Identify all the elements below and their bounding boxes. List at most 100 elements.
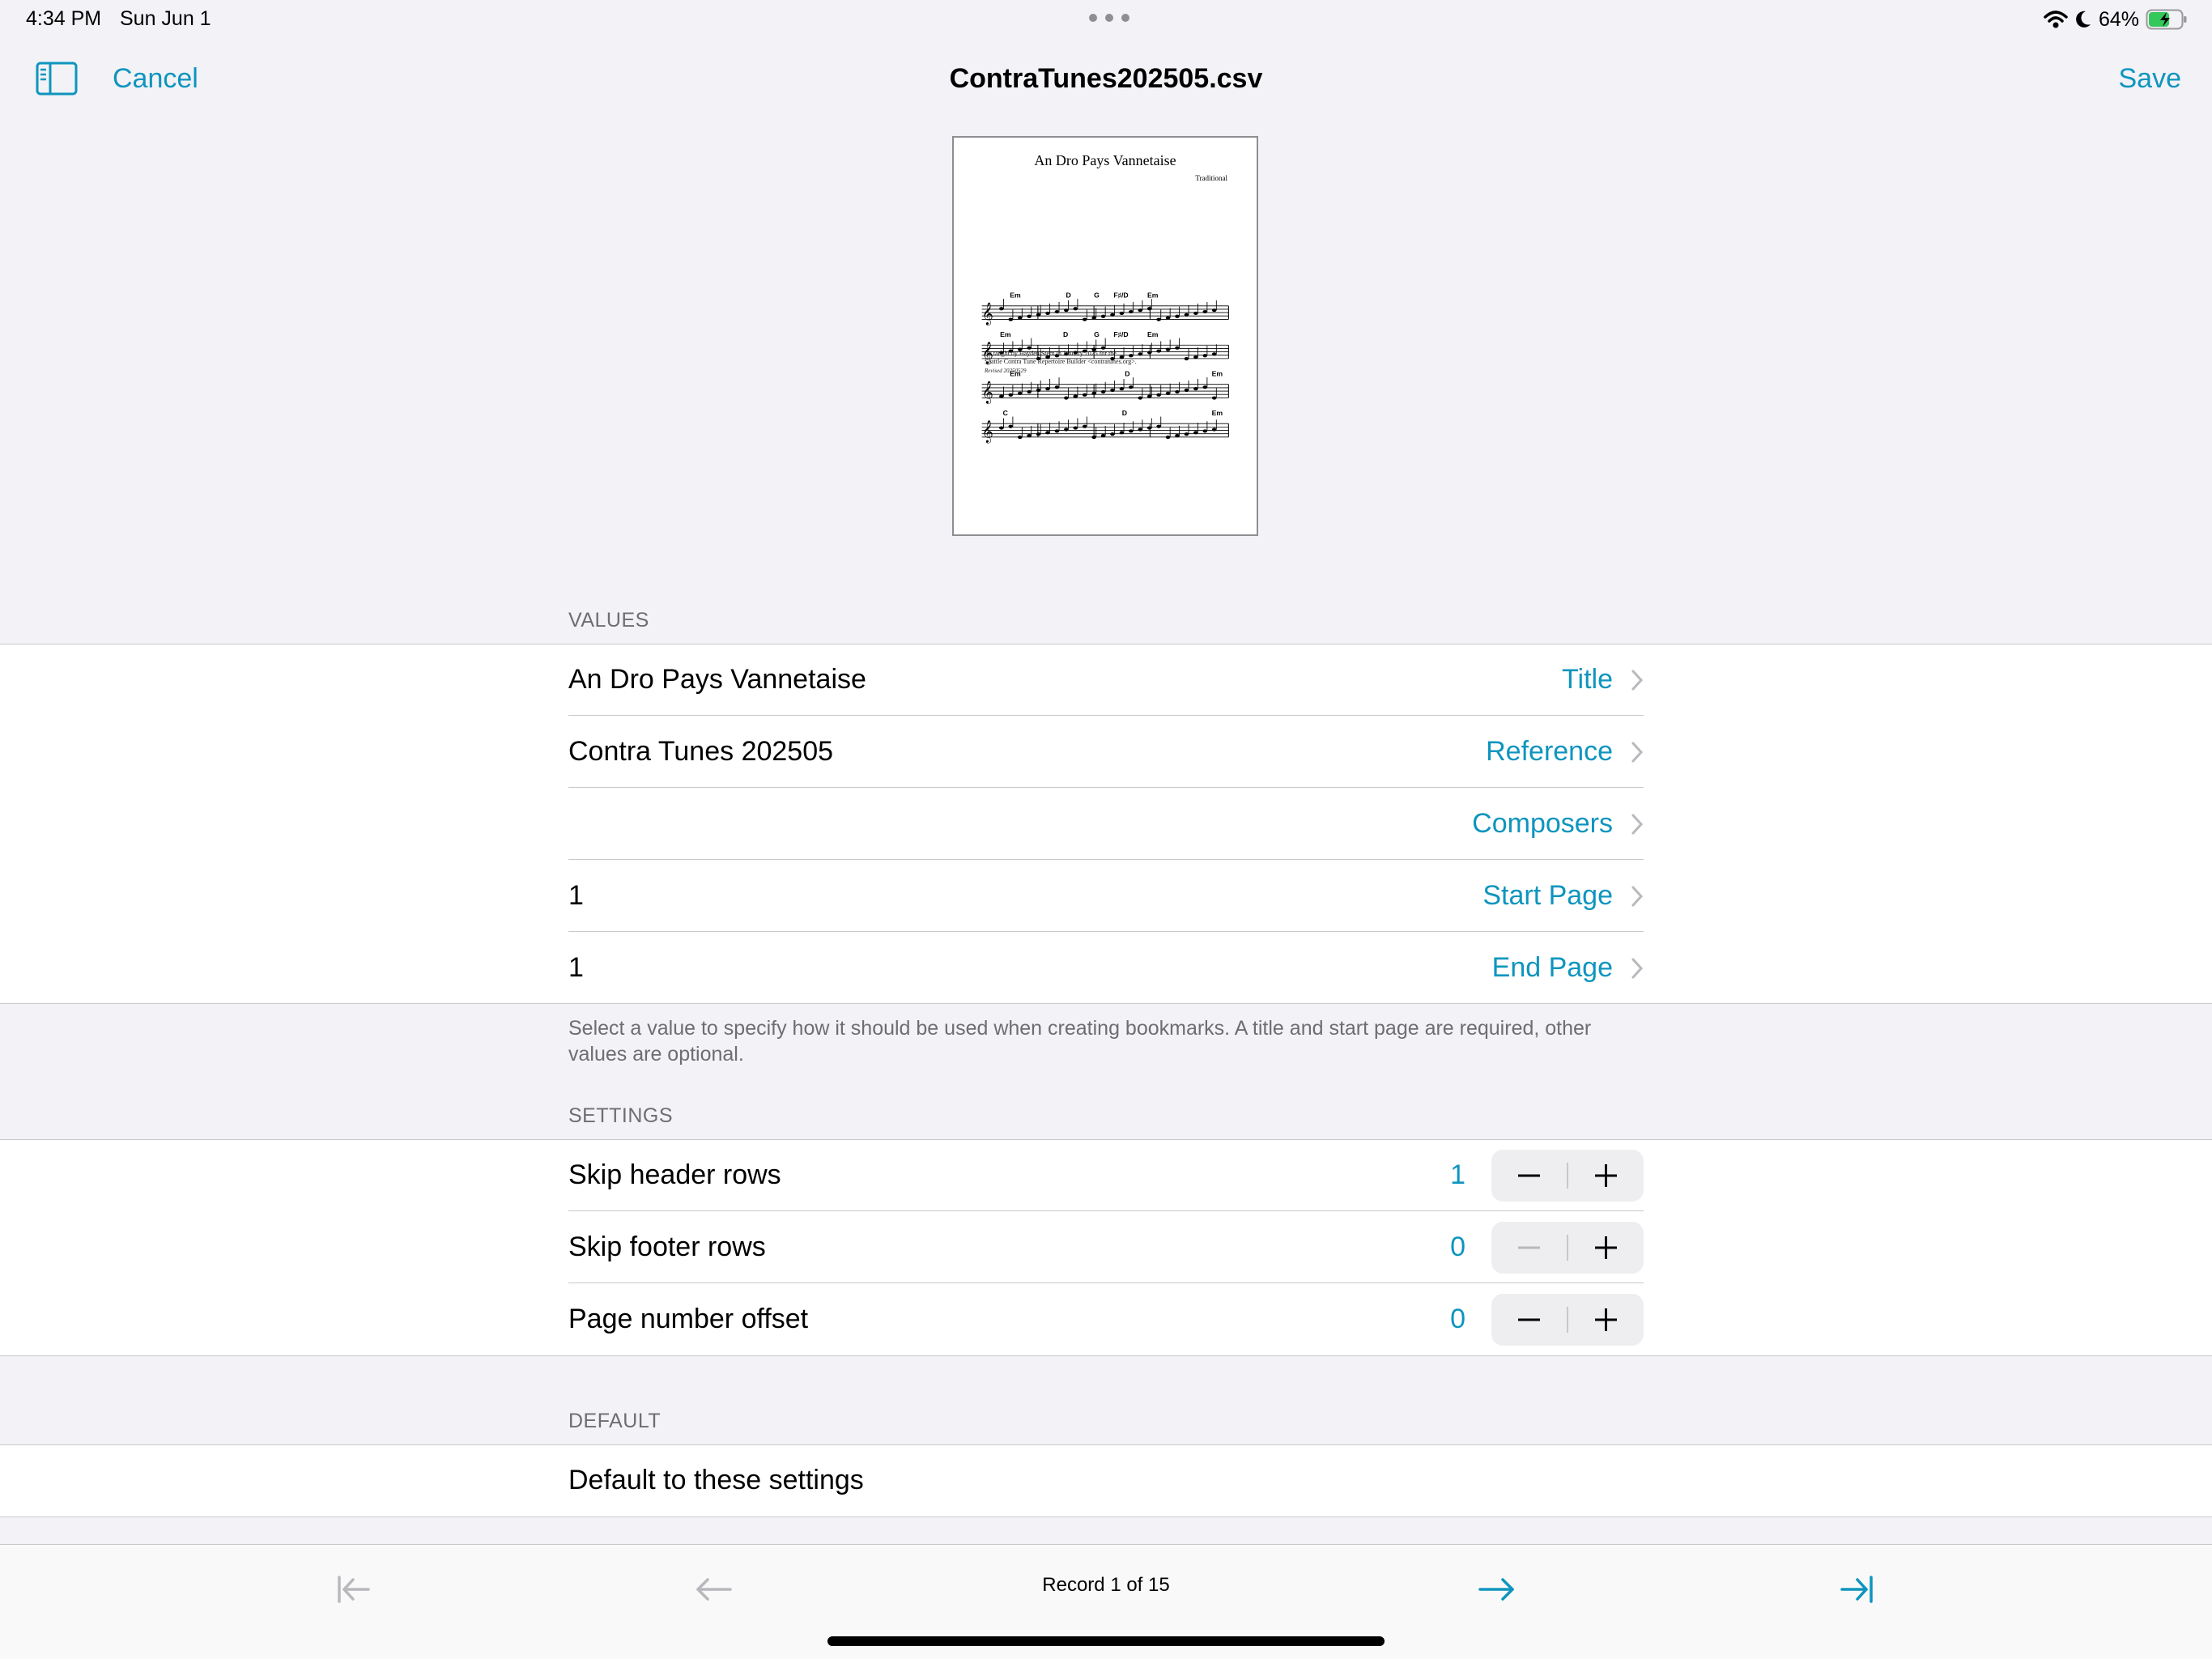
chord-symbol: F♯/D bbox=[1113, 291, 1128, 299]
note-head bbox=[1017, 435, 1023, 440]
setting-label: Page number offset bbox=[568, 1304, 809, 1334]
chevron-right-icon bbox=[1631, 742, 1644, 763]
note-head bbox=[1146, 307, 1152, 311]
note-head bbox=[1138, 428, 1143, 432]
note-head bbox=[1008, 424, 1014, 428]
note-head bbox=[1129, 309, 1134, 314]
chevron-right-icon bbox=[1631, 958, 1644, 979]
note-head bbox=[1100, 314, 1106, 318]
preview-caption-2: Seattle Contra Tune Repertoire Builder <… bbox=[985, 358, 1137, 365]
chord-symbol: D bbox=[1125, 369, 1129, 377]
setting-row-skip-header: Skip header rows 1 bbox=[568, 1140, 1644, 1211]
note-head bbox=[1184, 356, 1189, 361]
note-head bbox=[1211, 352, 1217, 356]
note-head bbox=[1146, 426, 1152, 430]
values-group: An Dro Pays Vannetaise Title Contra Tune… bbox=[0, 644, 2212, 1004]
note-head bbox=[1119, 431, 1125, 435]
value-row-reference[interactable]: Contra Tunes 202505 Reference bbox=[568, 717, 1644, 788]
note-head bbox=[1045, 387, 1050, 391]
note-head bbox=[1017, 391, 1023, 395]
note-head bbox=[1193, 311, 1198, 316]
note-head bbox=[1175, 434, 1180, 438]
note-head bbox=[1045, 311, 1050, 316]
note-head bbox=[1054, 385, 1060, 389]
plus-icon[interactable] bbox=[1568, 1150, 1644, 1202]
note-head bbox=[1202, 385, 1208, 389]
note-head bbox=[1175, 314, 1180, 318]
note-head bbox=[1027, 389, 1032, 393]
page-preview[interactable]: An Dro Pays Vannetaise Traditional 𝄞 Em D G… bbox=[952, 136, 1258, 536]
note-head bbox=[1054, 429, 1060, 433]
note-head bbox=[1165, 435, 1171, 440]
value-row-title[interactable]: An Dro Pays Vannetaise Title bbox=[568, 644, 1644, 716]
navigation-bar: Cancel ContraTunes202505.csv Save bbox=[0, 49, 2212, 113]
value-text: 1 bbox=[568, 952, 584, 983]
settings-group: Skip header rows 1 Skip footer rows 0 Pa… bbox=[0, 1139, 2212, 1356]
value-text: An Dro Pays Vannetaise bbox=[568, 664, 866, 695]
chord-symbol: Em bbox=[1010, 291, 1021, 299]
note-head bbox=[1100, 389, 1106, 393]
minus-icon[interactable] bbox=[1491, 1150, 1567, 1202]
note-head bbox=[1138, 308, 1143, 313]
save-button[interactable]: Save bbox=[2119, 63, 2182, 95]
last-record-icon[interactable] bbox=[1832, 1569, 1881, 1610]
note-head bbox=[1110, 313, 1115, 317]
minus-icon[interactable] bbox=[1491, 1294, 1567, 1346]
note-head bbox=[1138, 352, 1143, 356]
plus-icon[interactable] bbox=[1568, 1294, 1644, 1346]
note-head bbox=[1211, 428, 1217, 432]
skip-header-stepper bbox=[1491, 1150, 1644, 1202]
status-time: 4:34 PM bbox=[26, 7, 102, 30]
field-label: Title bbox=[1562, 664, 1613, 695]
note-head bbox=[999, 307, 1004, 311]
note-head bbox=[1184, 388, 1189, 393]
moon-icon bbox=[2076, 11, 2091, 28]
note-head bbox=[1156, 424, 1161, 428]
default-settings-label: Default to these settings bbox=[568, 1465, 864, 1495]
setting-value: 0 bbox=[1450, 1231, 1465, 1262]
chord-symbol: F♯/D bbox=[1113, 330, 1128, 338]
note-head bbox=[1045, 431, 1050, 435]
chevron-right-icon bbox=[1631, 886, 1644, 907]
sheet-music-image: 𝄞Em D G F♯/D Em𝄞Em D G F♯/D Em𝄞Em D Em𝄞C D Em bbox=[981, 291, 1229, 444]
settings-section-header: SETTINGS bbox=[568, 1104, 674, 1127]
chord-symbol: Em bbox=[1147, 330, 1159, 338]
next-record-icon[interactable] bbox=[1472, 1569, 1521, 1610]
note-head bbox=[1193, 387, 1198, 391]
note-head bbox=[1211, 308, 1217, 313]
note-head bbox=[1193, 431, 1198, 435]
note-head bbox=[1211, 396, 1217, 400]
value-row-start-page[interactable]: 1 Start Page bbox=[568, 861, 1644, 932]
battery-icon bbox=[2146, 9, 2187, 30]
chord-symbol: Em bbox=[1000, 330, 1011, 338]
note-head bbox=[1073, 394, 1078, 398]
value-text: Contra Tunes 202505 bbox=[568, 736, 834, 767]
multitask-dots-icon[interactable] bbox=[1085, 8, 1134, 28]
note-head bbox=[1119, 311, 1125, 316]
note-head bbox=[1008, 393, 1014, 397]
note-head bbox=[1146, 351, 1152, 355]
note-head bbox=[1175, 346, 1180, 350]
note-head bbox=[1073, 307, 1078, 311]
note-head bbox=[1119, 387, 1125, 391]
value-row-composers[interactable]: Composers bbox=[568, 789, 1644, 860]
note-head bbox=[1082, 424, 1087, 428]
preview-caption-3: Revised 20250529 bbox=[985, 368, 1027, 374]
default-settings-row[interactable]: Default to these settings bbox=[568, 1445, 1644, 1516]
note-head bbox=[1064, 428, 1069, 432]
note-head bbox=[1165, 391, 1171, 395]
setting-label: Skip header rows bbox=[568, 1159, 781, 1190]
battery-percent: 64% bbox=[2098, 7, 2139, 31]
note-head bbox=[1156, 317, 1161, 321]
chord-symbol: Em bbox=[1212, 409, 1223, 417]
home-indicator[interactable] bbox=[827, 1636, 1385, 1646]
setting-value: 1 bbox=[1450, 1159, 1465, 1190]
plus-icon[interactable] bbox=[1568, 1222, 1644, 1274]
note-head bbox=[1129, 354, 1134, 358]
note-head bbox=[1008, 317, 1014, 321]
chord-symbol: Em bbox=[1212, 369, 1223, 377]
note-head bbox=[1027, 314, 1032, 318]
note-head bbox=[999, 426, 1004, 430]
minus-icon[interactable] bbox=[1491, 1222, 1567, 1274]
value-row-end-page[interactable]: 1 End Page bbox=[568, 933, 1644, 1004]
